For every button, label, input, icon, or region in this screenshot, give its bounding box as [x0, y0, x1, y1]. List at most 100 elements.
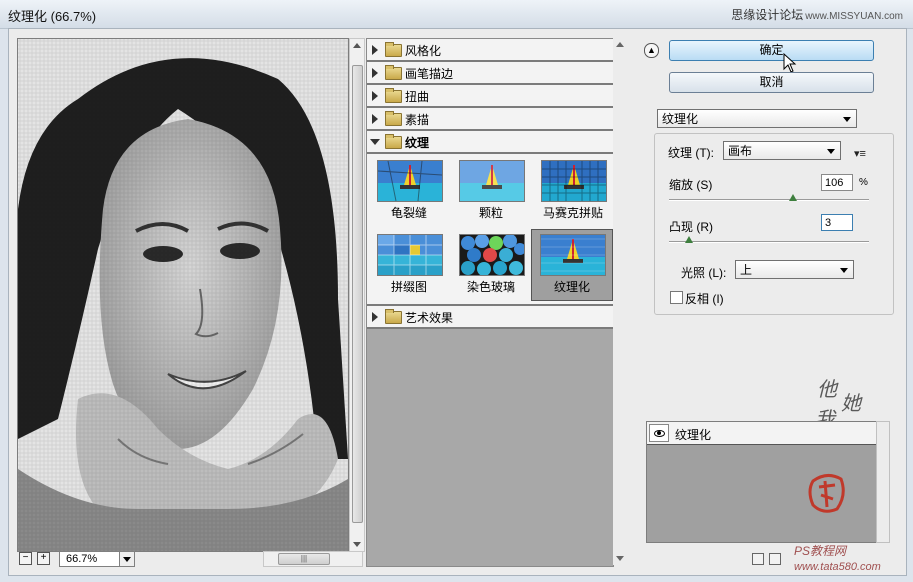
filter-tree-scrollbar[interactable] — [613, 38, 626, 565]
thumbnail-patchwork[interactable]: 拼缀图 — [369, 230, 449, 300]
tree-category-artistic[interactable]: 艺术效果 — [367, 306, 613, 329]
thumbnail-image — [459, 160, 525, 202]
tree-category-label: 画笔描边 — [405, 67, 454, 81]
mouse-cursor-icon — [783, 53, 797, 73]
layers-scrollbar[interactable] — [876, 421, 890, 543]
scaling-slider-track[interactable] — [669, 199, 869, 201]
dialog-body: − + 66.7% ||| 风格化 画笔描边 扭曲 素描 纹理 龟裂缝 颗粒 马… — [8, 28, 907, 576]
filter-tree: 风格化 画笔描边 扭曲 素描 纹理 龟裂缝 颗粒 马赛克拼贴 拼缀图 染色玻璃 … — [366, 38, 614, 567]
filter-gallery-window: 纹理化 (66.7%) 思缘设计论坛 www.MISSYUAN.com − + … — [0, 0, 913, 582]
relief-label: 凸现 (R) — [669, 220, 713, 234]
collapse-arrow-icon[interactable] — [370, 139, 380, 145]
preview-photo — [18, 39, 348, 551]
relief-slider-track[interactable] — [669, 241, 869, 243]
scaling-label: 缩放 (S) — [669, 178, 713, 192]
preview-vertical-scrollbar[interactable] — [349, 38, 365, 552]
folder-icon — [385, 65, 402, 80]
title-bar: 纹理化 (66.7%) 思缘设计论坛 www.MISSYUAN.com — [0, 0, 913, 29]
zoom-dropdown-icon[interactable] — [119, 551, 135, 567]
ok-button[interactable]: 确定 — [669, 40, 874, 61]
window-title: 纹理化 (66.7%) — [8, 9, 97, 24]
invert-checkbox[interactable] — [670, 291, 683, 304]
scroll-up-arrow-icon[interactable] — [353, 43, 361, 48]
expand-arrow-icon[interactable] — [372, 45, 378, 55]
delete-effect-layer-icon[interactable] — [769, 553, 781, 565]
texture-select[interactable]: 画布 — [723, 141, 841, 160]
scroll-down-arrow-icon[interactable] — [616, 556, 624, 561]
watermark-char: 他 — [817, 377, 837, 401]
folder-icon — [385, 88, 402, 103]
thumbnail-image — [540, 234, 606, 276]
thumbnail-label: 龟裂缝 — [390, 206, 427, 220]
preview-canvas[interactable] — [17, 38, 349, 552]
thumbnail-image — [459, 234, 525, 276]
watermark-char: 她 — [841, 391, 861, 415]
thumbnail-label: 纹理化 — [553, 280, 590, 294]
watermark-top: 思缘设计论坛 www.MISSYUAN.com — [731, 6, 903, 23]
scaling-slider-knob[interactable] — [789, 194, 797, 201]
scroll-thumb[interactable] — [352, 65, 363, 523]
thumbnail-mosaic-tiles[interactable]: 马赛克拼贴 — [533, 156, 613, 226]
filter-select[interactable]: 纹理化 — [657, 109, 857, 128]
relief-field[interactable]: 3 — [821, 214, 853, 231]
cancel-button[interactable]: 取消 — [669, 72, 874, 93]
light-label: 光照 (L): — [681, 266, 727, 280]
zoom-field[interactable]: 66.7% — [59, 551, 123, 567]
thumbnail-image — [541, 160, 607, 202]
zoom-bar: − + 66.7% ||| — [17, 550, 363, 568]
tree-category-sketch[interactable]: 素描 — [367, 108, 613, 131]
thumbnail-grain[interactable]: 颗粒 — [451, 156, 531, 226]
light-select[interactable]: 上 — [735, 260, 854, 279]
thumbnail-image — [377, 234, 443, 276]
tree-category-label: 素描 — [405, 113, 430, 127]
invert-label: 反相 (I) — [685, 292, 724, 306]
tree-category-brush-strokes[interactable]: 画笔描边 — [367, 62, 613, 85]
relief-slider-knob[interactable] — [685, 236, 693, 243]
tree-category-texture[interactable]: 纹理 — [367, 131, 613, 154]
tree-category-distort[interactable]: 扭曲 — [367, 85, 613, 108]
footer-watermark-text: PS教程网 — [794, 544, 847, 558]
folder-icon — [385, 111, 402, 126]
scroll-up-arrow-icon[interactable] — [616, 42, 624, 47]
zoom-out-button[interactable]: − — [19, 552, 32, 565]
eye-icon[interactable] — [649, 424, 669, 442]
texture-label: 纹理 (T): — [668, 146, 714, 160]
scroll-down-arrow-icon[interactable] — [353, 542, 361, 547]
tree-category-label: 风格化 — [405, 44, 442, 58]
folder-icon — [385, 309, 402, 324]
thumbnail-stained-glass[interactable]: 染色玻璃 — [451, 230, 531, 300]
folder-icon — [385, 42, 402, 57]
thumbnail-image — [377, 160, 443, 202]
expand-arrow-icon[interactable] — [372, 312, 378, 322]
expand-arrow-icon[interactable] — [372, 68, 378, 78]
expand-arrow-icon[interactable] — [372, 114, 378, 124]
tree-category-label: 艺术效果 — [405, 311, 454, 325]
collapse-gallery-icon[interactable]: ▲ — [644, 43, 659, 58]
texture-thumbnails: 龟裂缝 颗粒 马赛克拼贴 拼缀图 染色玻璃 纹理化 — [367, 154, 613, 306]
thumbnail-craquelure[interactable]: 龟裂缝 — [369, 156, 449, 226]
tree-category-label: 纹理 — [405, 136, 430, 150]
tree-category-stylize[interactable]: 风格化 — [367, 39, 613, 62]
effect-layer-name: 纹理化 — [675, 428, 712, 442]
horizontal-scroll-thumb[interactable]: ||| — [278, 553, 330, 565]
seal-stamp-icon — [808, 474, 845, 513]
expand-arrow-icon[interactable] — [372, 91, 378, 101]
new-effect-layer-icon[interactable] — [752, 553, 764, 565]
footer-watermark-url: www.tata580.com — [794, 561, 881, 573]
folder-open-icon — [385, 134, 402, 149]
thumbnail-label: 拼缀图 — [390, 280, 427, 294]
thumbnail-texturizer[interactable]: 纹理化 — [531, 229, 613, 301]
tree-category-label: 扭曲 — [405, 90, 430, 104]
effect-layer-row[interactable]: 纹理化 — [647, 422, 877, 445]
scaling-field[interactable]: 106 — [821, 174, 853, 191]
preview-horizontal-scrollbar[interactable]: ||| — [263, 551, 363, 567]
thumbnail-label: 染色玻璃 — [466, 280, 515, 294]
zoom-in-button[interactable]: + — [37, 552, 50, 565]
watermark-text: 思缘设计论坛 — [731, 8, 804, 22]
thumbnail-label: 颗粒 — [478, 206, 503, 220]
footer-watermark: PS教程网 www.tata580.com — [794, 542, 881, 573]
scaling-unit: % — [859, 177, 868, 188]
texture-menu-icon[interactable]: ▾≡ — [854, 147, 866, 160]
thumbnail-label: 马赛克拼贴 — [542, 206, 603, 220]
filter-tree-list: 风格化 画笔描边 扭曲 素描 纹理 龟裂缝 颗粒 马赛克拼贴 拼缀图 染色玻璃 … — [367, 39, 613, 329]
